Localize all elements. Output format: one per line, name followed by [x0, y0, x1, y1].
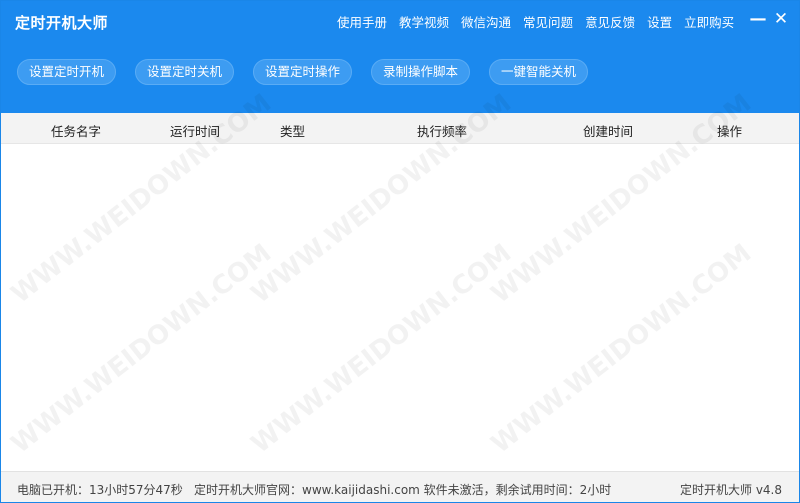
header-bar: 定时开机大师 使用手册 教学视频 微信沟通 常见问题 意见反馈 设置 立即购买 …	[1, 1, 799, 113]
watermark-text: WWW.WEIDOWN.COM	[245, 238, 518, 460]
uptime-text: 电脑已开机：13小时57分47秒	[17, 483, 183, 497]
set-scheduled-shutdown-button[interactable]: 设置定时关机	[135, 59, 235, 85]
top-menu: 使用手册 教学视频 微信沟通 常见问题 意见反馈 设置 立即购买	[337, 12, 734, 31]
app-window: 定时开机大师 使用手册 教学视频 微信沟通 常见问题 意见反馈 设置 立即购买 …	[0, 0, 800, 503]
record-script-button[interactable]: 录制操作脚本	[371, 59, 471, 85]
table-header: 任务名字 运行时间 类型 执行频率 创建时间 操作	[1, 113, 799, 144]
column-created-time[interactable]: 创建时间	[583, 121, 633, 140]
menu-tutorial-video[interactable]: 教学视频	[399, 12, 449, 31]
column-task-name[interactable]: 任务名字	[51, 121, 101, 140]
menu-wechat-contact[interactable]: 微信沟通	[461, 12, 511, 31]
menu-buy-now[interactable]: 立即购买	[684, 12, 734, 31]
status-bar: 电脑已开机：13小时57分47秒 定时开机大师官网：www.kaijidashi…	[1, 471, 799, 502]
close-icon[interactable]: ✕	[771, 9, 791, 29]
set-scheduled-boot-button[interactable]: 设置定时开机	[17, 59, 117, 85]
menu-user-manual[interactable]: 使用手册	[337, 12, 387, 31]
column-run-time[interactable]: 运行时间	[170, 121, 220, 140]
watermark-text: WWW.WEIDOWN.COM	[5, 238, 278, 460]
official-site-text[interactable]: 定时开机大师官网：www.kaijidashi.com 软件未激活，剩余试用时间…	[194, 481, 611, 498]
smart-shutdown-button[interactable]: 一键智能关机	[489, 59, 589, 85]
set-scheduled-action-button[interactable]: 设置定时操作	[253, 59, 353, 85]
menu-feedback[interactable]: 意见反馈	[585, 12, 635, 31]
watermark-text: WWW.WEIDOWN.COM	[485, 238, 758, 460]
column-type[interactable]: 类型	[280, 121, 305, 140]
column-frequency[interactable]: 执行频率	[417, 121, 467, 140]
app-title: 定时开机大师	[15, 14, 109, 32]
menu-faq[interactable]: 常见问题	[523, 12, 573, 31]
minimize-icon[interactable]: —	[748, 9, 768, 29]
task-table-body: WWW.WEIDOWN.COM WWW.WEIDOWN.COM WWW.WEID…	[1, 88, 799, 471]
column-operation[interactable]: 操作	[717, 121, 742, 140]
version-text: 定时开机大师 v4.8	[680, 483, 783, 497]
menu-settings[interactable]: 设置	[647, 12, 672, 31]
